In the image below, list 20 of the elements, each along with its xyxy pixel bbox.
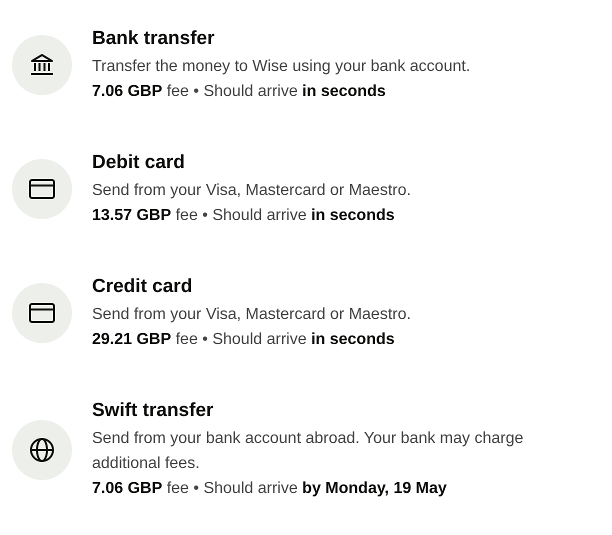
globe-icon — [29, 436, 55, 462]
option-title: Debit card — [92, 151, 186, 175]
bank-icon — [29, 52, 55, 78]
fee-and-arrival: 7.06 GBP fee • Should arrive in seconds — [92, 82, 387, 102]
payment-option[interactable]: Credit card Send from your Visa, Mastercard or Maestro. 29.21 GBP fee • Should arrive in seconds — [12, 274, 600, 352]
option-description: Send from your Visa, Mastercard or Maestro. — [92, 305, 412, 325]
fee-and-arrival: 13.57 GBP fee • Should arrive in seconds — [92, 206, 396, 226]
fee-and-arrival: 7.06 GBP fee • Should arrive by Monday, 19 May — [92, 479, 448, 499]
option-description: Send from your bank account abroad. Your bank may charge additional fees. — [92, 429, 524, 474]
option-title: Credit card — [92, 275, 194, 299]
option-title: Bank transfer — [92, 27, 216, 51]
option-title: Swift transfer — [92, 399, 214, 423]
payment-option[interactable]: Bank transfer Transfer the money to Wise using your bank account. 7.06 GBP fee • Should arrive in seconds — [12, 26, 600, 104]
card-icon — [28, 178, 56, 200]
payment-option[interactable]: Swift transfer Send from your bank account abroad. Your bank may charge additional fees. 7.06 GBP fee • Should arrive by Monday, 19 May — [12, 398, 600, 501]
payment-option[interactable]: Debit card Send from your Visa, Mastercard or Maestro. 13.57 GBP fee • Should arrive in seconds — [12, 150, 600, 228]
fee-and-arrival: 29.21 GBP fee • Should arrive in seconds — [92, 330, 396, 350]
card-icon — [28, 302, 56, 324]
option-description: Send from your Visa, Mastercard or Maestro. — [92, 181, 412, 201]
option-description: Transfer the money to Wise using your bank account. — [92, 57, 472, 77]
